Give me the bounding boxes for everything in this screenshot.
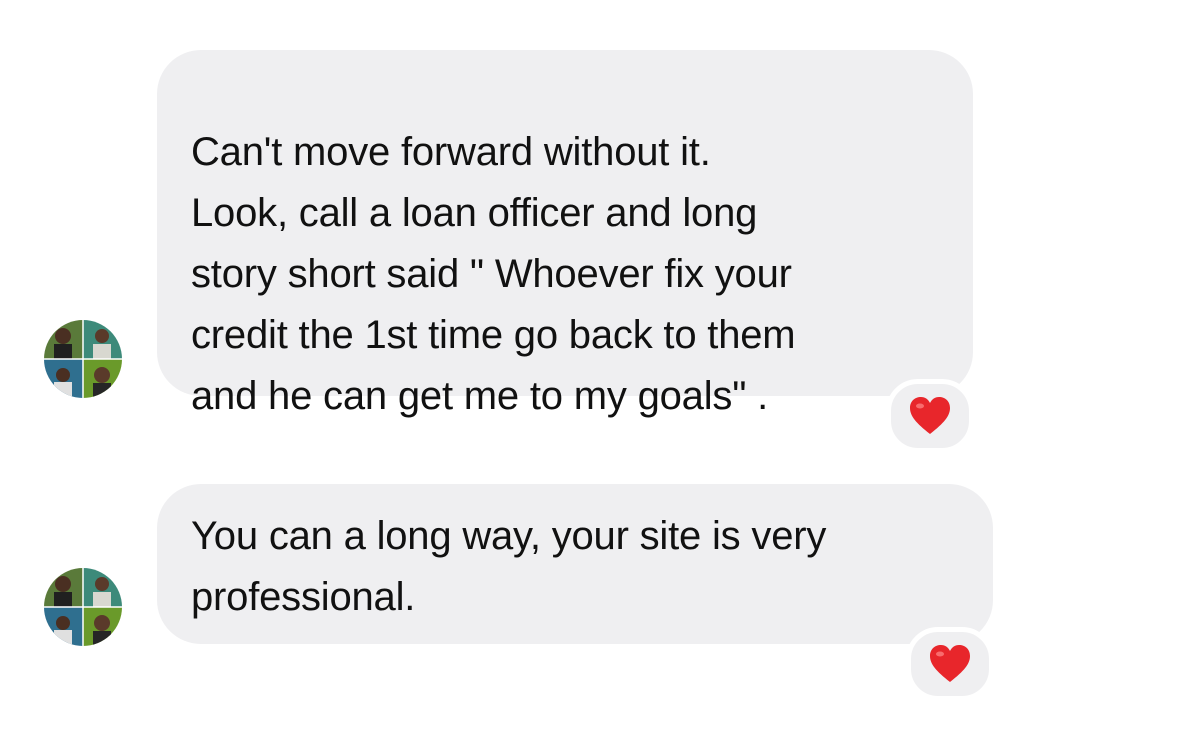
message-reaction[interactable] <box>906 627 994 701</box>
message-bubble[interactable]: You can a long way, your site is very pr… <box>157 484 993 644</box>
message-text: Can't move forward without it. Look, cal… <box>191 130 796 418</box>
sender-avatar[interactable] <box>44 320 122 398</box>
message-reaction[interactable] <box>886 379 974 453</box>
red-heart-icon <box>910 397 950 434</box>
avatar-image <box>44 320 122 398</box>
red-heart-icon <box>930 645 970 682</box>
avatar-image <box>44 568 122 646</box>
sender-avatar[interactable] <box>44 568 122 646</box>
message-text: You can a long way, your site is very pr… <box>191 514 827 619</box>
message-bubble[interactable]: Can't move forward without it. Look, cal… <box>157 50 973 418</box>
